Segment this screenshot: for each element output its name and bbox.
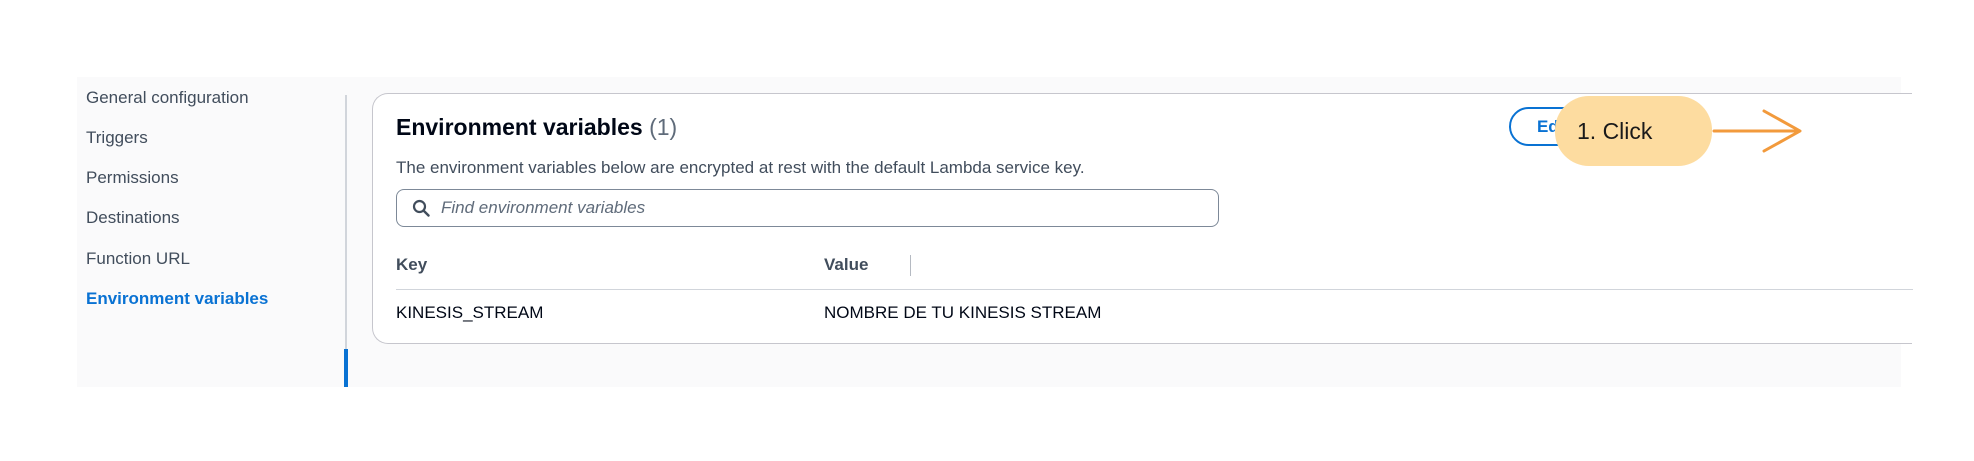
search-input[interactable] [441,191,1201,225]
sidebar-divider [345,95,347,387]
sidebar-item-triggers[interactable]: Triggers [86,128,148,148]
sidebar-item-general-configuration[interactable]: General configuration [86,88,249,108]
column-header-value[interactable]: Value [824,255,868,275]
config-sidebar: General configuration Triggers Permissio… [77,77,348,387]
table-cell-key: KINESIS_STREAM [396,303,544,322]
arrow-right-icon [1712,109,1802,153]
column-header-key[interactable]: Key [396,255,427,275]
panel-description: The environment variables below are encr… [396,158,1085,177]
column-divider[interactable] [910,255,911,276]
sidebar-item-permissions[interactable]: Permissions [86,168,179,188]
table-row-divider [396,289,1913,290]
variable-count: (1) [649,114,678,140]
search-box[interactable] [396,189,1219,227]
sidebar-item-environment-variables[interactable]: Environment variables [86,289,268,309]
search-icon [412,199,430,217]
sidebar-item-destinations[interactable]: Destinations [86,208,180,228]
panel-title-text: Environment variables [396,114,643,140]
sidebar-active-indicator [344,349,348,387]
table-cell-value: NOMBRE DE TU KINESIS STREAM [824,303,1102,322]
sidebar-item-function-url[interactable]: Function URL [86,249,190,269]
instruction-callout: 1. Click [1555,96,1712,166]
panel-title: Environment variables (1) [396,114,677,141]
